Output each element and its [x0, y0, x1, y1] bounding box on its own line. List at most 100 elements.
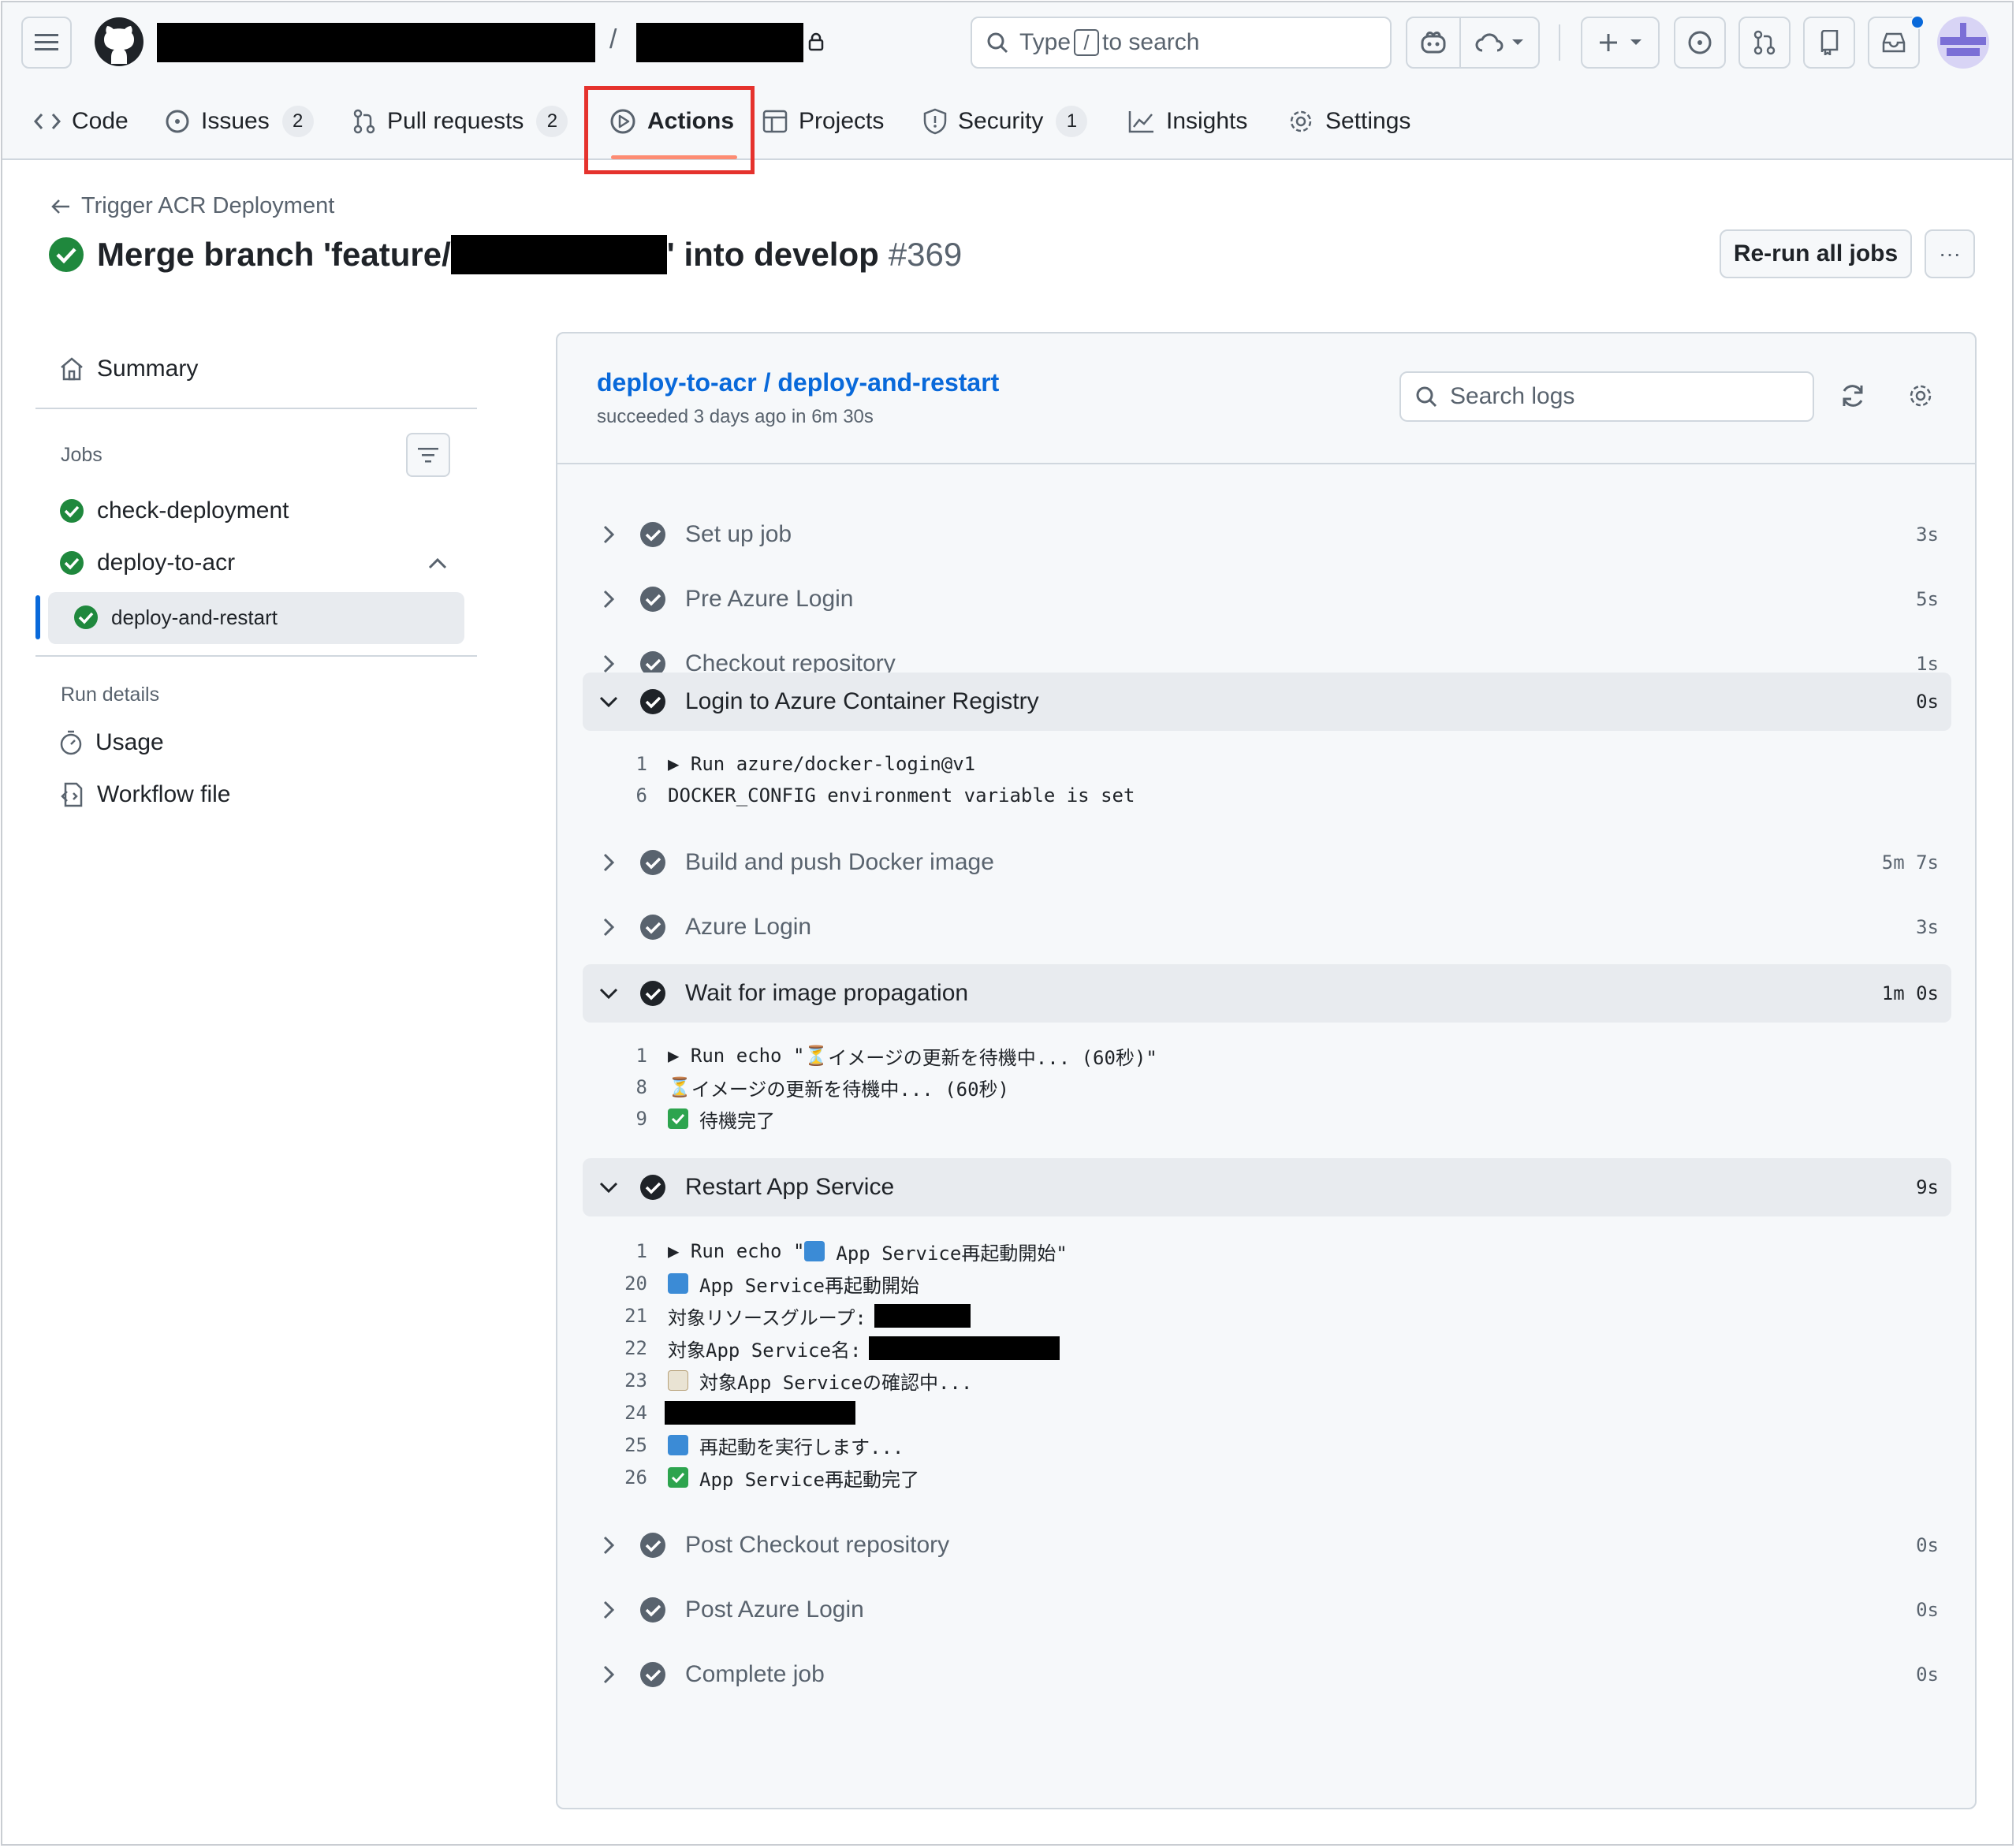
pull-request-icon: [353, 109, 375, 134]
stopwatch-icon: [60, 730, 82, 755]
restart-icon: [668, 1273, 688, 1294]
step-name: Complete job: [685, 1661, 825, 1687]
log-line: 25 再起動を実行します...: [613, 1429, 904, 1461]
log-line-number: 21: [624, 1305, 647, 1327]
copilot-button-group: [1406, 17, 1540, 69]
sidebar-job-deploy-to-acr[interactable]: deploy-to-acr: [59, 550, 235, 576]
search-suffix: to search: [1102, 29, 1200, 55]
step-duration: 0s: [1916, 1599, 1939, 1621]
owner-name-redacted[interactable]: [157, 23, 595, 62]
step-duration: 0s: [1916, 1664, 1939, 1686]
chevron-up-icon[interactable]: [428, 557, 447, 570]
sidebar-workflow-file-label: Workflow file: [97, 781, 231, 807]
log-text: イメージの更新を待機中... (60秒)": [828, 1046, 1157, 1069]
step-wait-for-image-propagation[interactable]: Wait for image propagation 1m 0s: [583, 964, 1951, 1023]
chevron-down-icon: [599, 988, 618, 1000]
check-circle-fill-icon: [640, 522, 665, 547]
codespaces-dropdown[interactable]: [1461, 18, 1538, 67]
log-text-prefix[interactable]: ▶ Run echo ": [668, 1240, 804, 1262]
sidebar-item-summary[interactable]: Summary: [59, 356, 198, 382]
avatar[interactable]: [1937, 17, 1989, 69]
tab-settings-label: Settings: [1325, 108, 1411, 134]
step-post-checkout-repository[interactable]: Post Checkout repository 0s: [583, 1516, 1951, 1574]
step-post-azure-login[interactable]: Post Azure Login 0s: [583, 1581, 1951, 1639]
more-options-button[interactable]: ···: [1925, 229, 1975, 278]
log-line-number: 1: [635, 1045, 647, 1067]
tab-pull-requests-label: Pull requests: [387, 108, 524, 134]
step-duration: 9s: [1916, 1176, 1939, 1198]
sidebar-job-check-deployment[interactable]: check-deployment: [59, 497, 289, 524]
table-icon: [762, 110, 788, 133]
log-text: DOCKER_CONFIG environment variable is se…: [668, 784, 1135, 807]
log-line-number: 1: [635, 753, 647, 775]
log-line-number: 9: [635, 1108, 647, 1130]
pull-requests-shortcut-button[interactable]: [1738, 17, 1791, 69]
tab-insights[interactable]: Insights: [1128, 99, 1247, 144]
log-settings-button[interactable]: [1907, 382, 1934, 409]
step-login-to-azure-container-registry[interactable]: Login to Azure Container Registry 0s: [583, 673, 1951, 731]
step-duration: 3s: [1916, 523, 1939, 546]
step-restart-app-service[interactable]: Restart App Service 9s: [583, 1158, 1951, 1216]
tab-pull-requests[interactable]: Pull requests 2: [352, 99, 568, 144]
repositories-shortcut-button[interactable]: [1803, 17, 1855, 69]
check-circle-fill-icon: [49, 237, 84, 272]
chevron-right-icon: [603, 1600, 615, 1619]
sidebar-divider: [35, 408, 477, 409]
tab-issues[interactable]: Issues 2: [165, 99, 314, 144]
repo-icon: [1820, 30, 1839, 55]
job-label: deploy-and-restart: [111, 605, 278, 629]
back-to-workflow-link[interactable]: Trigger ACR Deployment: [51, 193, 334, 219]
filter-jobs-button[interactable]: [406, 433, 450, 477]
rerun-all-jobs-button[interactable]: Re-run all jobs: [1720, 229, 1912, 278]
sidebar-item-workflow-file[interactable]: Workflow file: [59, 781, 230, 808]
log-line: 24: [613, 1397, 855, 1429]
copilot-button[interactable]: [1407, 18, 1461, 67]
log-line-number: 24: [624, 1402, 647, 1424]
check-circle-fill-icon: [640, 587, 665, 612]
pull-requests-count-badge: 2: [536, 106, 568, 137]
menu-button[interactable]: [21, 17, 72, 69]
sidebar-item-usage[interactable]: Usage: [59, 729, 164, 756]
refresh-button[interactable]: [1839, 382, 1866, 409]
tab-insights-label: Insights: [1166, 108, 1248, 134]
check-circle-fill-icon: [60, 499, 84, 523]
job-title-link[interactable]: deploy-to-acr / deploy-and-restart: [597, 368, 999, 397]
issue-icon: [1688, 31, 1712, 54]
chevron-right-icon: [603, 525, 615, 544]
global-search-input[interactable]: Type / to search: [971, 17, 1392, 69]
log-line: 1 ▶ Run azure/docker-login@v1: [613, 748, 976, 780]
step-build-and-push-docker-image[interactable]: Build and push Docker image 5m 7s: [583, 833, 1951, 892]
step-complete-job[interactable]: Complete job 0s: [583, 1645, 1951, 1704]
search-shortcut-key: /: [1074, 29, 1100, 56]
github-logo[interactable]: [94, 17, 144, 67]
check-circle-fill-icon: [640, 1662, 665, 1687]
chevron-down-icon: [599, 1182, 618, 1194]
log-text[interactable]: ▶ Run azure/docker-login@v1: [668, 753, 975, 775]
search-logs-input[interactable]: Search logs: [1399, 371, 1814, 422]
tab-code[interactable]: Code: [34, 99, 129, 144]
create-new-dropdown[interactable]: [1581, 17, 1660, 69]
tab-settings[interactable]: Settings: [1287, 99, 1410, 144]
log-line: 8 ⏳ イメージの更新を待機中... (60秒): [613, 1071, 1009, 1103]
step-name: Pre Azure Login: [685, 586, 854, 612]
tab-security[interactable]: Security 1: [923, 99, 1088, 144]
tab-projects-label: Projects: [799, 108, 885, 134]
step-name: Restart App Service: [685, 1174, 895, 1200]
job-log-header: deploy-to-acr / deploy-and-restart succe…: [557, 333, 1975, 464]
job-status-text: succeeded 3 days ago in 6m 30s: [597, 406, 874, 427]
tab-projects[interactable]: Projects: [762, 99, 884, 144]
log-line-number: 1: [635, 1240, 647, 1262]
step-azure-login[interactable]: Azure Login 3s: [583, 898, 1951, 956]
issues-shortcut-button[interactable]: [1674, 17, 1726, 69]
repo-separator: /: [609, 24, 617, 54]
step-set-up-job[interactable]: Set up job 3s: [583, 505, 1951, 564]
plus-icon: [1600, 34, 1617, 51]
check-mark-button-icon: [668, 1467, 688, 1488]
caret-down-icon: [1512, 39, 1523, 45]
graph-icon: [1128, 111, 1153, 133]
log-line: 1 ▶ Run echo " ⏳ イメージの更新を待機中... (60秒)": [613, 1040, 1157, 1071]
step-pre-azure-login[interactable]: Pre Azure Login 5s: [583, 570, 1951, 628]
magnifier-icon: [668, 1435, 688, 1455]
log-text-prefix[interactable]: ▶ Run echo ": [668, 1045, 804, 1067]
repo-name-redacted[interactable]: [636, 23, 803, 62]
